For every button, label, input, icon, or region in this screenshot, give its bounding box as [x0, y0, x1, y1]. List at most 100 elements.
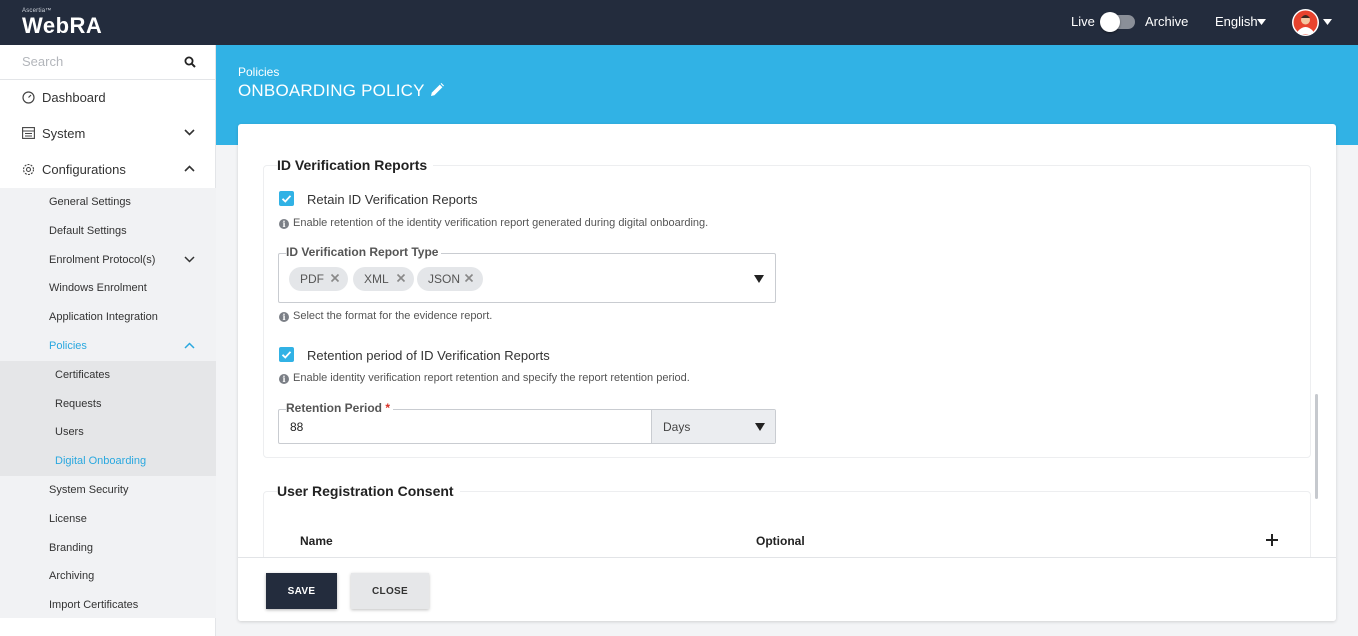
sidebar-item-dashboard[interactable]: Dashboard — [0, 80, 216, 116]
section-title: User Registration Consent — [277, 483, 460, 499]
report-type-multiselect[interactable]: PDF XML JSON — [278, 253, 776, 303]
help-text: Enable identity verification report rete… — [293, 372, 690, 384]
sidebar-item-label: Certificates — [55, 369, 111, 381]
sidebar-item-system[interactable]: System — [0, 116, 216, 152]
sidebar-item-label: Dashboard — [42, 90, 106, 105]
system-icon — [22, 127, 35, 139]
chevron-down-icon[interactable] — [184, 129, 195, 136]
search-input[interactable] — [22, 54, 172, 69]
search-icon[interactable] — [184, 56, 196, 68]
sidebar-item-license[interactable]: License — [0, 505, 216, 533]
caret-down-icon[interactable] — [1257, 19, 1266, 25]
chip-json: JSON — [417, 267, 483, 291]
remove-chip-icon[interactable] — [330, 273, 340, 283]
card-footer: SAVE CLOSE — [238, 557, 1336, 621]
sidebar-item-windows-enrolment[interactable]: Windows Enrolment — [0, 274, 216, 302]
toggle-knob[interactable] — [1100, 12, 1120, 32]
chevron-down-icon[interactable] — [184, 256, 195, 263]
caret-down-icon[interactable] — [1323, 19, 1332, 25]
sidebar-item-enrolment-protocols[interactable]: Enrolment Protocol(s) — [0, 246, 216, 274]
chevron-up-icon[interactable] — [184, 342, 195, 349]
live-label: Live — [1071, 14, 1095, 29]
sidebar-item-digital-onboarding[interactable]: Digital Onboarding — [0, 447, 216, 475]
sidebar-item-label: Configurations — [42, 162, 126, 177]
page-title: ONBOARDING POLICY — [238, 81, 425, 100]
column-header-name: Name — [300, 534, 333, 548]
help-text: Enable retention of the identity verific… — [293, 217, 709, 229]
retention-unit-value: Days — [663, 420, 691, 434]
retention-period-label-text: Retention Period — [286, 401, 383, 415]
info-icon: i — [279, 312, 289, 322]
gear-icon — [22, 163, 35, 176]
edit-pencil-icon[interactable] — [430, 83, 444, 97]
sidebar-item-default-settings[interactable]: Default Settings — [0, 217, 216, 245]
sidebar-item-label: Enrolment Protocol(s) — [49, 254, 156, 266]
sidebar-item-policies[interactable]: Policies — [0, 332, 216, 360]
save-button[interactable]: SAVE — [266, 573, 337, 609]
chip-label: PDF — [300, 272, 324, 286]
archive-label: Archive — [1145, 14, 1189, 29]
sidebar-item-label: Default Settings — [49, 225, 127, 237]
dropdown-arrow-icon[interactable] — [754, 275, 764, 283]
retention-unit-select[interactable]: Days — [651, 410, 775, 443]
sidebar-item-certificates[interactable]: Certificates — [0, 361, 216, 389]
top-bar: Ascertia™ WebRA Live Archive English — [0, 0, 1358, 45]
policy-card: ID Verification Reports Retain ID Verifi… — [238, 124, 1336, 621]
sidebar-item-users[interactable]: Users — [0, 418, 216, 446]
retain-reports-label: Retain ID Verification Reports — [307, 192, 478, 207]
chevron-up-icon[interactable] — [184, 165, 195, 172]
checkmark-icon — [281, 195, 292, 203]
close-button[interactable]: CLOSE — [351, 573, 429, 609]
language-selector[interactable]: English — [1215, 14, 1258, 29]
sidebar-item-label: Policies — [49, 340, 87, 352]
dropdown-arrow-icon[interactable] — [755, 423, 765, 431]
sidebar-item-label: Application Integration — [49, 311, 158, 323]
sidebar-search — [0, 45, 216, 80]
report-type-help: i Select the format for the evidence repo… — [279, 310, 492, 322]
sidebar-item-label: Import Certificates — [49, 599, 139, 611]
sidebar-item-label: System Security — [49, 484, 129, 496]
retain-reports-checkbox[interactable] — [279, 191, 294, 206]
column-header-optional: Optional — [756, 534, 805, 548]
chip-label: JSON — [428, 272, 461, 286]
retention-period-checkbox[interactable] — [279, 347, 294, 362]
sidebar-item-label: Branding — [49, 542, 94, 554]
sidebar-item-configurations[interactable]: Configurations — [0, 152, 216, 188]
sidebar-item-label: Requests — [55, 398, 102, 410]
report-type-label: ID Verification Report Type — [286, 245, 442, 259]
sidebar-item-system-security[interactable]: System Security — [0, 476, 216, 504]
info-icon: i — [279, 219, 289, 229]
sidebar-item-requests[interactable]: Requests — [0, 390, 216, 418]
breadcrumb[interactable]: Policies — [238, 65, 279, 79]
sidebar-item-branding[interactable]: Branding — [0, 534, 216, 562]
sidebar-item-archiving[interactable]: Archiving — [0, 562, 216, 590]
avatar[interactable] — [1292, 9, 1319, 36]
sidebar-item-label: License — [49, 513, 87, 525]
app-logo[interactable]: Ascertia™ WebRA — [22, 8, 102, 37]
sidebar-item-label: General Settings — [49, 196, 131, 208]
scrollbar[interactable] — [1315, 394, 1318, 499]
sidebar-item-general-settings[interactable]: General Settings — [0, 188, 216, 216]
live-archive-toggle[interactable] — [1100, 12, 1135, 32]
sidebar-item-label: Windows Enrolment — [49, 282, 147, 294]
section-title: ID Verification Reports — [277, 157, 434, 173]
info-icon: i — [279, 374, 289, 384]
retention-period-checkbox-label: Retention period of ID Verification Repo… — [307, 348, 550, 363]
checkmark-icon — [281, 351, 292, 359]
retention-period-help: i Enable identity verification report ret… — [279, 372, 690, 384]
brand-name: WebRA — [22, 13, 103, 38]
chip-pdf: PDF — [289, 267, 348, 291]
remove-chip-icon[interactable] — [396, 273, 406, 283]
required-marker: * — [385, 401, 391, 415]
remove-chip-icon[interactable] — [464, 273, 474, 283]
retain-reports-help: i Enable retention of the identity verifi… — [279, 217, 708, 229]
retention-period-input[interactable]: 88 — [290, 420, 303, 434]
sidebar-item-application-integration[interactable]: Application Integration — [0, 303, 216, 331]
sidebar: Dashboard System Configurations General … — [0, 45, 216, 636]
sidebar-item-label: Users — [55, 426, 84, 438]
chip-xml: XML — [353, 267, 414, 291]
sidebar-item-import-certificates[interactable]: Import Certificates — [0, 591, 216, 619]
add-icon[interactable] — [1266, 534, 1278, 546]
dashboard-icon — [22, 91, 35, 104]
help-text: Select the format for the evidence repor… — [293, 310, 493, 322]
